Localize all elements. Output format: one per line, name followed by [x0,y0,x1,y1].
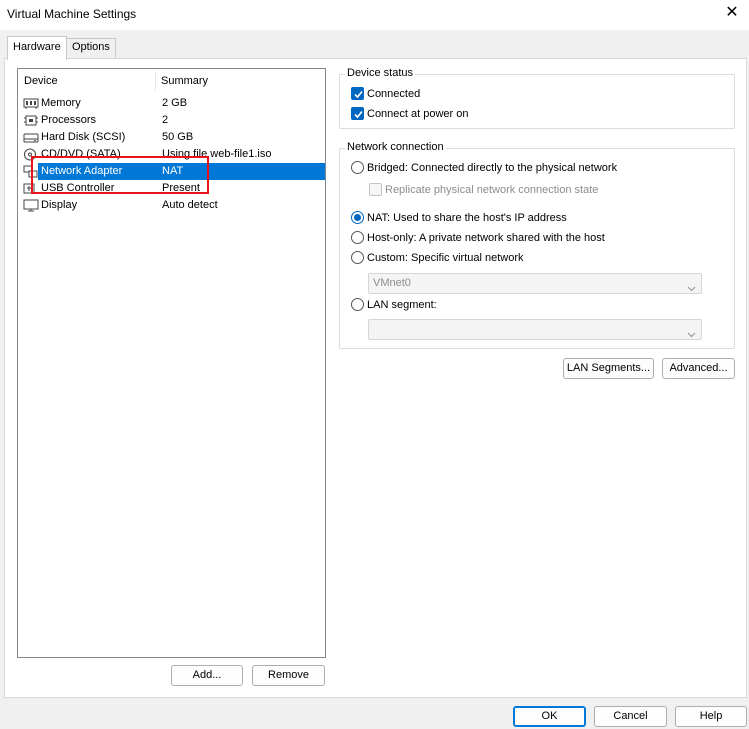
host-only-label[interactable]: Host-only: A private network shared with… [367,232,605,244]
column-header-summary[interactable]: Summary [161,75,208,87]
device-row-hard-disk[interactable]: Hard Disk (SCSI) 50 GB [21,129,325,146]
replicate-checkbox [369,183,382,196]
connect-at-power-on-checkbox[interactable] [351,107,364,120]
advanced-button[interactable]: Advanced... [662,358,735,379]
device-status-group [339,74,735,129]
device-name: Hard Disk (SCSI) [41,131,126,143]
device-summary: 50 GB [162,131,194,143]
column-divider[interactable] [155,71,156,91]
chevron-down-icon [687,326,696,345]
device-status-title: Device status [345,67,416,79]
device-row-cd-dvd[interactable]: CD/DVD (SATA) Using file web-file1.iso [21,146,325,163]
device-summary: Using file web-file1.iso [162,148,272,160]
network-connection-title: Network connection [345,141,446,153]
custom-network-select: VMnet0 [368,273,702,294]
window-title: Virtual Machine Settings [7,7,137,21]
connect-at-power-on-label[interactable]: Connect at power on [367,108,469,120]
device-name: Display [41,199,78,211]
device-name: Processors [41,114,97,126]
cd-dvd-icon [23,148,39,161]
network-adapter-icon [23,165,39,178]
lan-segment-radio[interactable] [351,298,364,311]
device-summary: Present [162,182,200,194]
ok-button[interactable]: OK [513,706,586,727]
device-name: Memory [41,97,81,109]
bridged-radio[interactable] [351,161,364,174]
column-header-device[interactable]: Device [24,75,58,87]
device-row-usb-controller[interactable]: USB Controller Present [21,180,325,197]
custom-network-value: VMnet0 [373,277,411,289]
device-row-display[interactable]: Display Auto detect [21,197,325,214]
device-row-memory[interactable]: Memory 2 GB [21,95,325,112]
device-summary: NAT [162,165,184,177]
bridged-label[interactable]: Bridged: Connected directly to the physi… [367,162,617,174]
device-row-network-adapter[interactable]: Network Adapter NAT [21,163,325,180]
title-bar: Virtual Machine Settings ✕ [0,0,749,30]
display-icon [23,199,39,212]
replicate-label: Replicate physical network connection st… [385,184,599,196]
memory-icon [23,97,39,110]
connected-checkbox[interactable] [351,87,364,100]
lan-segments-button[interactable]: LAN Segments... [563,358,654,379]
add-button[interactable]: Add... [171,665,243,686]
connected-label[interactable]: Connected [367,88,420,100]
cancel-button[interactable]: Cancel [594,706,667,727]
device-name: CD/DVD (SATA) [41,148,121,160]
device-name: Network Adapter [41,165,123,177]
nat-radio[interactable] [351,211,364,224]
device-name: USB Controller [41,182,115,194]
close-icon[interactable]: ✕ [723,4,741,22]
remove-button[interactable]: Remove [252,665,325,686]
lan-segment-select [368,319,702,340]
processor-icon [23,114,39,127]
device-summary: 2 GB [162,97,188,109]
hard-disk-icon [23,131,39,144]
usb-icon [23,182,39,195]
tab-hardware[interactable]: Hardware [7,36,67,60]
host-only-radio[interactable] [351,231,364,244]
chevron-down-icon [687,280,696,299]
custom-radio[interactable] [351,251,364,264]
tab-options[interactable]: Options [66,38,116,58]
lan-segment-label[interactable]: LAN segment: [367,299,437,311]
custom-label[interactable]: Custom: Specific virtual network [367,252,524,264]
nat-label[interactable]: NAT: Used to share the host's IP address [367,212,567,224]
help-button[interactable]: Help [675,706,747,727]
device-row-processors[interactable]: Processors 2 [21,112,325,129]
device-summary: 2 [162,114,169,126]
device-summary: Auto detect [162,199,218,211]
device-list[interactable]: Device Summary Memory 2 GB Processors 2 … [17,68,326,658]
